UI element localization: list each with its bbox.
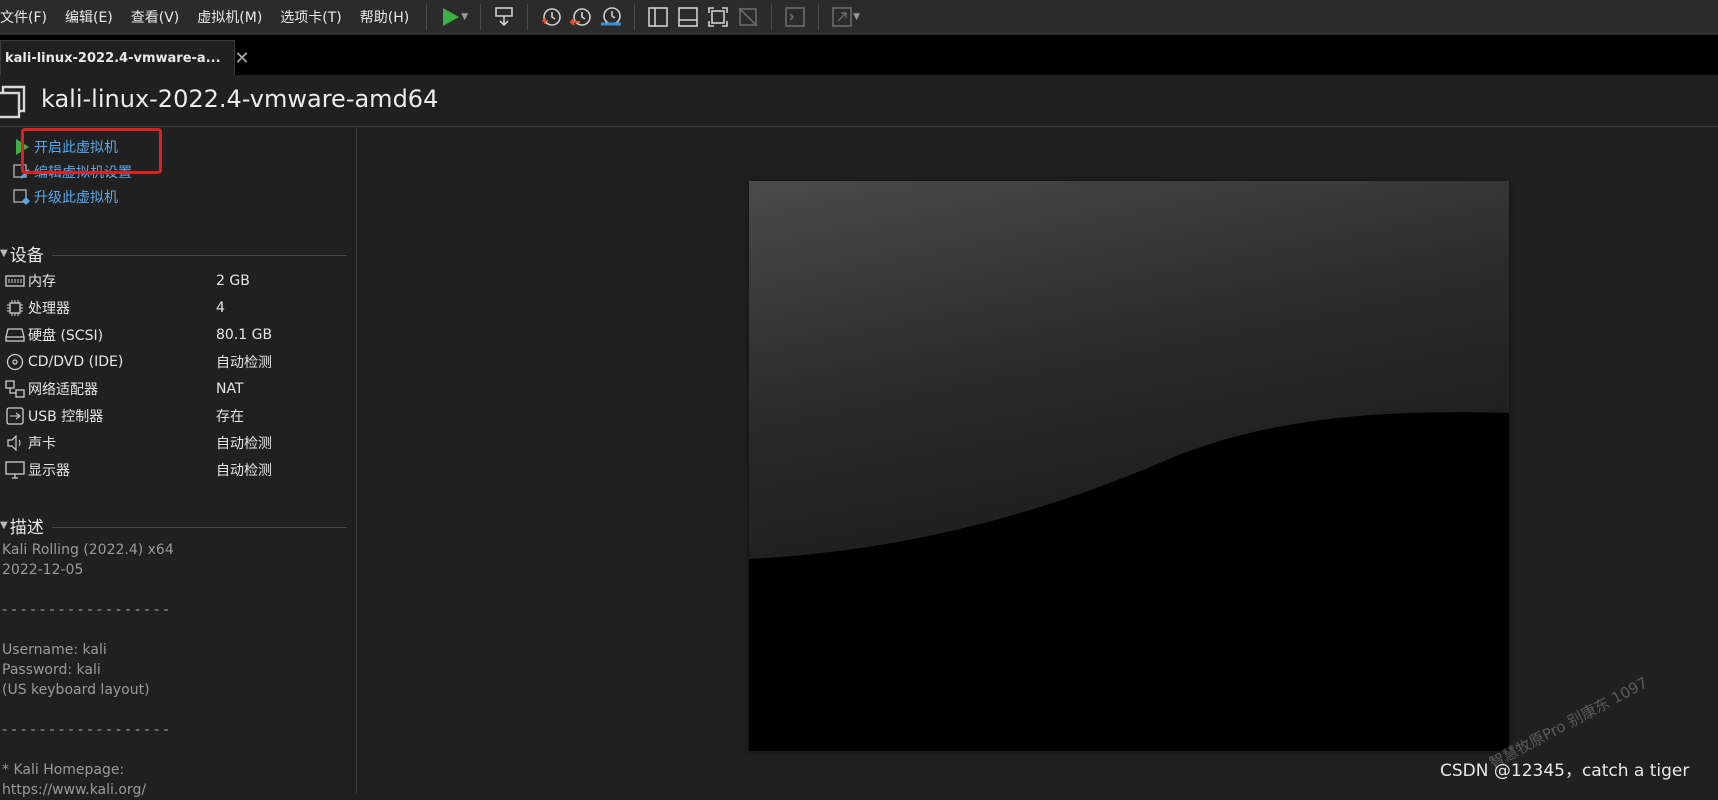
device-name: USB 控制器 <box>28 409 104 425</box>
unity-icon <box>738 6 758 27</box>
device-row-harddisk[interactable]: 硬盘 (SCSI) 80.1 GB <box>0 324 340 346</box>
description-line: Password: kali <box>2 662 101 678</box>
section-divider <box>51 526 347 528</box>
devices-section-header[interactable]: ▼ 设备 <box>0 240 347 266</box>
device-row-display[interactable]: 显示器 自动检测 <box>0 459 340 481</box>
menu-file[interactable]: 文件(F) <box>0 7 56 27</box>
console-icon <box>785 6 805 27</box>
description-header-label: 描述 <box>9 517 44 538</box>
description-line: Username: kali <box>2 642 107 658</box>
sound-icon <box>4 434 26 452</box>
library-view-icon <box>648 6 668 27</box>
send-ctrl-alt-del-button[interactable] <box>489 2 519 32</box>
device-row-processor[interactable]: 处理器 4 <box>0 297 340 319</box>
csdn-watermark: CSDN @12345，catch a tiger <box>1440 761 1690 781</box>
library-view-button[interactable] <box>643 2 673 32</box>
device-row-sound[interactable]: 声卡 自动检测 <box>0 432 340 454</box>
fullscreen-button[interactable] <box>703 2 733 32</box>
take-snapshot-button[interactable] <box>536 2 566 32</box>
revert-snapshot-icon <box>569 7 591 26</box>
device-name: CD/DVD (IDE) <box>28 354 124 370</box>
tab-vm[interactable]: kali-linux-2022.4-vmware-a... ✕ <box>0 40 250 75</box>
toolbar-separator <box>634 3 636 30</box>
description-line: - - - - - - - - - - - - - - - - - - <box>2 722 169 738</box>
upgrade-vm-link[interactable]: 升级此虚拟机 <box>12 186 118 208</box>
upgrade-vm-label: 升级此虚拟机 <box>34 190 118 206</box>
stretch-icon <box>832 6 852 27</box>
upgrade-icon <box>12 188 32 206</box>
device-value: 自动检测 <box>216 463 272 479</box>
section-divider <box>51 254 347 256</box>
fullscreen-icon <box>708 6 728 27</box>
toolbar-separator <box>818 3 820 30</box>
vm-details-panel: 开启此虚拟机 编辑虚拟机设置 升级此虚拟机 ▼ 设备 内存 2 GB 处理器 4… <box>0 128 357 798</box>
devices-header-label: 设备 <box>9 245 44 266</box>
device-value: 自动检测 <box>216 355 272 371</box>
device-value: 存在 <box>216 409 244 425</box>
harddisk-icon <box>4 326 26 344</box>
console-view-button[interactable] <box>780 2 810 32</box>
revert-snapshot-button[interactable] <box>566 2 596 32</box>
memory-icon <box>4 272 26 290</box>
description-line: - - - - - - - - - - - - - - - - - - <box>2 602 169 618</box>
toolbar-separator <box>426 3 428 30</box>
device-value: 自动检测 <box>216 436 272 452</box>
cpu-icon <box>4 299 26 317</box>
usb-icon <box>4 407 26 425</box>
device-value: 80.1 GB <box>216 327 273 343</box>
chevron-down-icon: ▼ <box>0 247 8 259</box>
description-line: (US keyboard layout) <box>2 682 150 698</box>
description-line: 2022-12-05 <box>2 562 84 578</box>
close-icon[interactable]: ✕ <box>235 48 250 69</box>
device-name: 显示器 <box>28 463 70 479</box>
device-name: 内存 <box>28 274 56 290</box>
description-line: * Kali Homepage: <box>2 762 125 778</box>
tab-title: kali-linux-2022.4-vmware-a... <box>5 50 221 66</box>
device-row-memory[interactable]: 内存 2 GB <box>0 270 340 292</box>
display-icon <box>4 461 26 479</box>
menu-vm[interactable]: 虚拟机(M) <box>188 7 271 27</box>
device-value: 2 GB <box>216 273 250 289</box>
device-name: 处理器 <box>28 301 70 317</box>
toolbar-separator <box>527 3 529 30</box>
menu-view[interactable]: 查看(V) <box>122 7 189 27</box>
cd-icon <box>4 353 26 371</box>
description-line: Kali Rolling (2022.4) x64 <box>2 542 174 558</box>
menu-bar: 文件(F) 编辑(E) 查看(V) 虚拟机(M) 选项卡(T) 帮助(H) ▼ … <box>0 0 1718 34</box>
device-row-network[interactable]: 网络适配器 NAT <box>0 378 340 400</box>
description-section-header[interactable]: ▼ 描述 <box>0 512 347 538</box>
device-name: 声卡 <box>28 436 56 452</box>
description-line: https://www.kali.org/ <box>2 782 147 798</box>
snapshot-manager-icon <box>601 6 622 25</box>
page-title: kali-linux-2022.4-vmware-amd64 <box>41 85 439 113</box>
highlight-annotation <box>21 128 162 174</box>
chevron-down-icon: ▼ <box>0 519 8 531</box>
send-ctrl-alt-del-icon <box>495 6 513 26</box>
play-icon <box>443 7 460 26</box>
device-name: 硬盘 (SCSI) <box>28 328 104 344</box>
chevron-down-icon[interactable]: ▼ <box>853 12 860 22</box>
network-icon <box>4 380 26 398</box>
snapshot-icon <box>542 7 561 26</box>
menu-edit[interactable]: 编辑(E) <box>56 7 122 27</box>
device-value: 4 <box>216 300 225 316</box>
toolbar-separator <box>771 3 773 30</box>
thumbnail-view-icon <box>678 6 698 27</box>
device-row-cddvd[interactable]: CD/DVD (IDE) 自动检测 <box>0 351 340 373</box>
tab-strip: kali-linux-2022.4-vmware-a... ✕ <box>0 35 1718 75</box>
vm-icon <box>0 85 26 119</box>
toolbar-separator <box>480 3 482 30</box>
vm-header: kali-linux-2022.4-vmware-amd64 <box>0 75 1718 127</box>
vm-screen-image <box>749 181 1509 751</box>
device-name: 网络适配器 <box>28 382 98 398</box>
vm-screen-thumbnail[interactable] <box>749 181 1509 751</box>
unity-button[interactable] <box>733 2 763 32</box>
snapshot-manager-button[interactable] <box>596 2 626 32</box>
menu-tabs[interactable]: 选项卡(T) <box>271 7 350 27</box>
device-value: NAT <box>216 381 244 397</box>
device-row-usb[interactable]: USB 控制器 存在 <box>0 405 340 427</box>
thumbnail-view-button[interactable] <box>673 2 703 32</box>
menu-help[interactable]: 帮助(H) <box>351 7 418 27</box>
chevron-down-icon[interactable]: ▼ <box>461 12 468 22</box>
